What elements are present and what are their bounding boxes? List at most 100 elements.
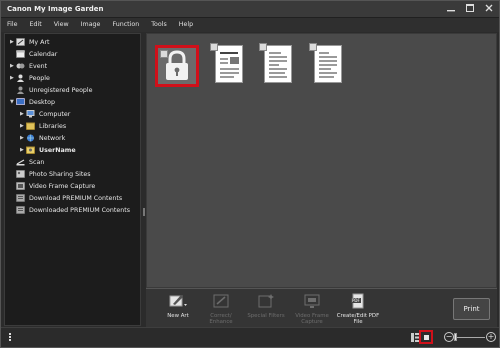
locked-item-thumbnail[interactable] xyxy=(155,45,199,87)
close-button[interactable] xyxy=(485,4,493,13)
zoom-out-button[interactable]: − xyxy=(444,332,454,342)
create-edit-pdf-button[interactable]: PDF Create/Edit PDF File xyxy=(335,293,381,327)
document-thumbnail[interactable] xyxy=(309,43,342,83)
sidebar-item-label: Libraries xyxy=(39,122,67,130)
item-checkbox[interactable] xyxy=(259,43,267,51)
downloaded-premium-icon xyxy=(16,206,25,214)
sidebar-item-libraries[interactable]: ▶ Libraries xyxy=(20,120,66,132)
user-folder-icon xyxy=(26,146,35,154)
sidebar-item-people[interactable]: ▶ People xyxy=(10,72,50,84)
sidebar-item-download-premium[interactable]: Download PREMIUM Contents xyxy=(16,192,122,204)
item-checkbox[interactable] xyxy=(210,43,218,51)
minimize-button[interactable] xyxy=(447,4,455,13)
more-options-icon[interactable] xyxy=(9,333,12,342)
document-thumbnail[interactable] xyxy=(210,43,243,83)
item-checkbox[interactable] xyxy=(309,43,317,51)
network-icon xyxy=(27,134,34,142)
thumbnail-view-button[interactable] xyxy=(419,330,433,344)
scan-icon xyxy=(16,159,25,166)
unregistered-people-icon xyxy=(17,86,24,94)
document-thumbnail[interactable] xyxy=(259,43,292,83)
menu-file[interactable]: File xyxy=(1,18,24,32)
window-controls xyxy=(447,4,493,13)
special-filters-button[interactable]: Special Filters xyxy=(243,293,289,327)
sidebar-item-desktop[interactable]: ▼ Desktop xyxy=(10,96,55,108)
sidebar-item-computer[interactable]: ▶ Computer xyxy=(20,108,70,120)
sidebar-item-video-frame-capture[interactable]: Video Frame Capture xyxy=(16,180,95,192)
sidebar-item-downloaded-premium[interactable]: Downloaded PREMIUM Contents xyxy=(16,204,130,216)
computer-icon xyxy=(26,110,35,118)
menu-edit[interactable]: Edit xyxy=(24,18,48,32)
new-art-label: New Art xyxy=(167,313,189,319)
sidebar-tree: ▶ My Art Calendar ▶ Event ▶ People Unreg… xyxy=(4,33,141,326)
people-icon xyxy=(17,74,24,82)
app-window: Canon My Image Garden File Edit View Ima… xyxy=(0,0,500,348)
correct-enhance-icon xyxy=(213,294,229,308)
correct-enhance-button[interactable]: Correct/ Enhance xyxy=(198,293,244,327)
sidebar-item-label: Desktop xyxy=(29,98,55,106)
minimize-icon xyxy=(447,10,455,12)
print-button[interactable]: Print xyxy=(453,298,490,320)
close-icon xyxy=(485,4,493,12)
window-title: Canon My Image Garden xyxy=(7,5,104,13)
menu-tools[interactable]: Tools xyxy=(145,18,173,32)
sidebar-item-label: Computer xyxy=(39,110,71,118)
svg-text:PDF: PDF xyxy=(352,298,360,303)
event-icon xyxy=(16,63,25,69)
video-frame-capture-label: Video Frame Capture xyxy=(295,313,329,325)
sidebar-item-label: Video Frame Capture xyxy=(29,182,96,190)
download-premium-icon xyxy=(16,194,25,202)
menu-image[interactable]: Image xyxy=(75,18,107,32)
photo-sharing-icon xyxy=(16,170,25,178)
sidebar-item-label: Calendar xyxy=(29,50,58,58)
sidebar-item-label: Event xyxy=(29,62,48,70)
lock-icon xyxy=(166,50,188,80)
video-frame-icon xyxy=(16,182,25,190)
details-view-icon[interactable] xyxy=(411,333,419,342)
zoom-slider-handle[interactable] xyxy=(454,333,457,341)
menu-bar: File Edit View Image Function Tools Help xyxy=(1,18,499,32)
sidebar-item-unregistered-people[interactable]: Unregistered People xyxy=(16,84,93,96)
splitter-grip-icon[interactable] xyxy=(143,208,145,216)
maximize-button[interactable] xyxy=(466,4,474,13)
sidebar-item-label: UserName xyxy=(39,146,76,154)
video-frame-capture-icon xyxy=(304,294,320,308)
menu-view[interactable]: View xyxy=(48,18,75,32)
title-bar: Canon My Image Garden xyxy=(1,1,499,18)
sidebar-item-label: People xyxy=(29,74,50,82)
special-filters-label: Special Filters xyxy=(247,313,285,319)
sidebar-item-username[interactable]: ▶ UserName xyxy=(20,144,76,156)
sidebar-item-label: Scan xyxy=(29,158,45,166)
desktop-icon xyxy=(16,98,25,105)
sidebar-item-label: My Art xyxy=(29,38,50,46)
sidebar-item-my-art[interactable]: ▶ My Art xyxy=(10,36,50,48)
sidebar-item-photo-sharing-sites[interactable]: Photo Sharing Sites xyxy=(16,168,91,180)
sidebar-item-event[interactable]: ▶ Event xyxy=(10,60,47,72)
calendar-icon xyxy=(16,50,25,58)
sidebar-item-label: Unregistered People xyxy=(29,86,93,94)
menu-help[interactable]: Help xyxy=(173,18,199,32)
zoom-slider-track[interactable] xyxy=(456,337,485,338)
zoom-in-button[interactable]: + xyxy=(486,332,496,342)
sidebar-item-label: Network xyxy=(39,134,66,142)
new-art-icon xyxy=(169,295,187,307)
libraries-icon xyxy=(26,122,35,130)
sidebar-item-scan[interactable]: Scan xyxy=(16,156,44,168)
video-frame-capture-button[interactable]: Video Frame Capture xyxy=(289,293,335,327)
pdf-file-icon: PDF xyxy=(351,293,364,309)
thumbnail-view-icon xyxy=(424,335,429,340)
sidebar-item-label: Download PREMIUM Contents xyxy=(29,194,123,202)
create-edit-pdf-label: Create/Edit PDF File xyxy=(336,313,380,325)
sidebar-item-label: Photo Sharing Sites xyxy=(29,170,91,178)
maximize-icon xyxy=(466,4,474,12)
special-filters-icon xyxy=(258,294,274,308)
new-art-button[interactable]: New Art xyxy=(155,293,201,327)
correct-enhance-label: Correct/ Enhance xyxy=(209,313,233,325)
sidebar-item-calendar[interactable]: Calendar xyxy=(16,48,57,60)
menu-function[interactable]: Function xyxy=(106,18,145,32)
sidebar-item-network[interactable]: ▶ Network xyxy=(20,132,65,144)
status-bar: − + xyxy=(1,327,499,347)
function-toolbar: New Art Correct/ Enhance Special Filters… xyxy=(146,288,497,327)
thumbnail-area xyxy=(146,33,497,288)
sidebar-item-label: Downloaded PREMIUM Contents xyxy=(29,206,130,214)
